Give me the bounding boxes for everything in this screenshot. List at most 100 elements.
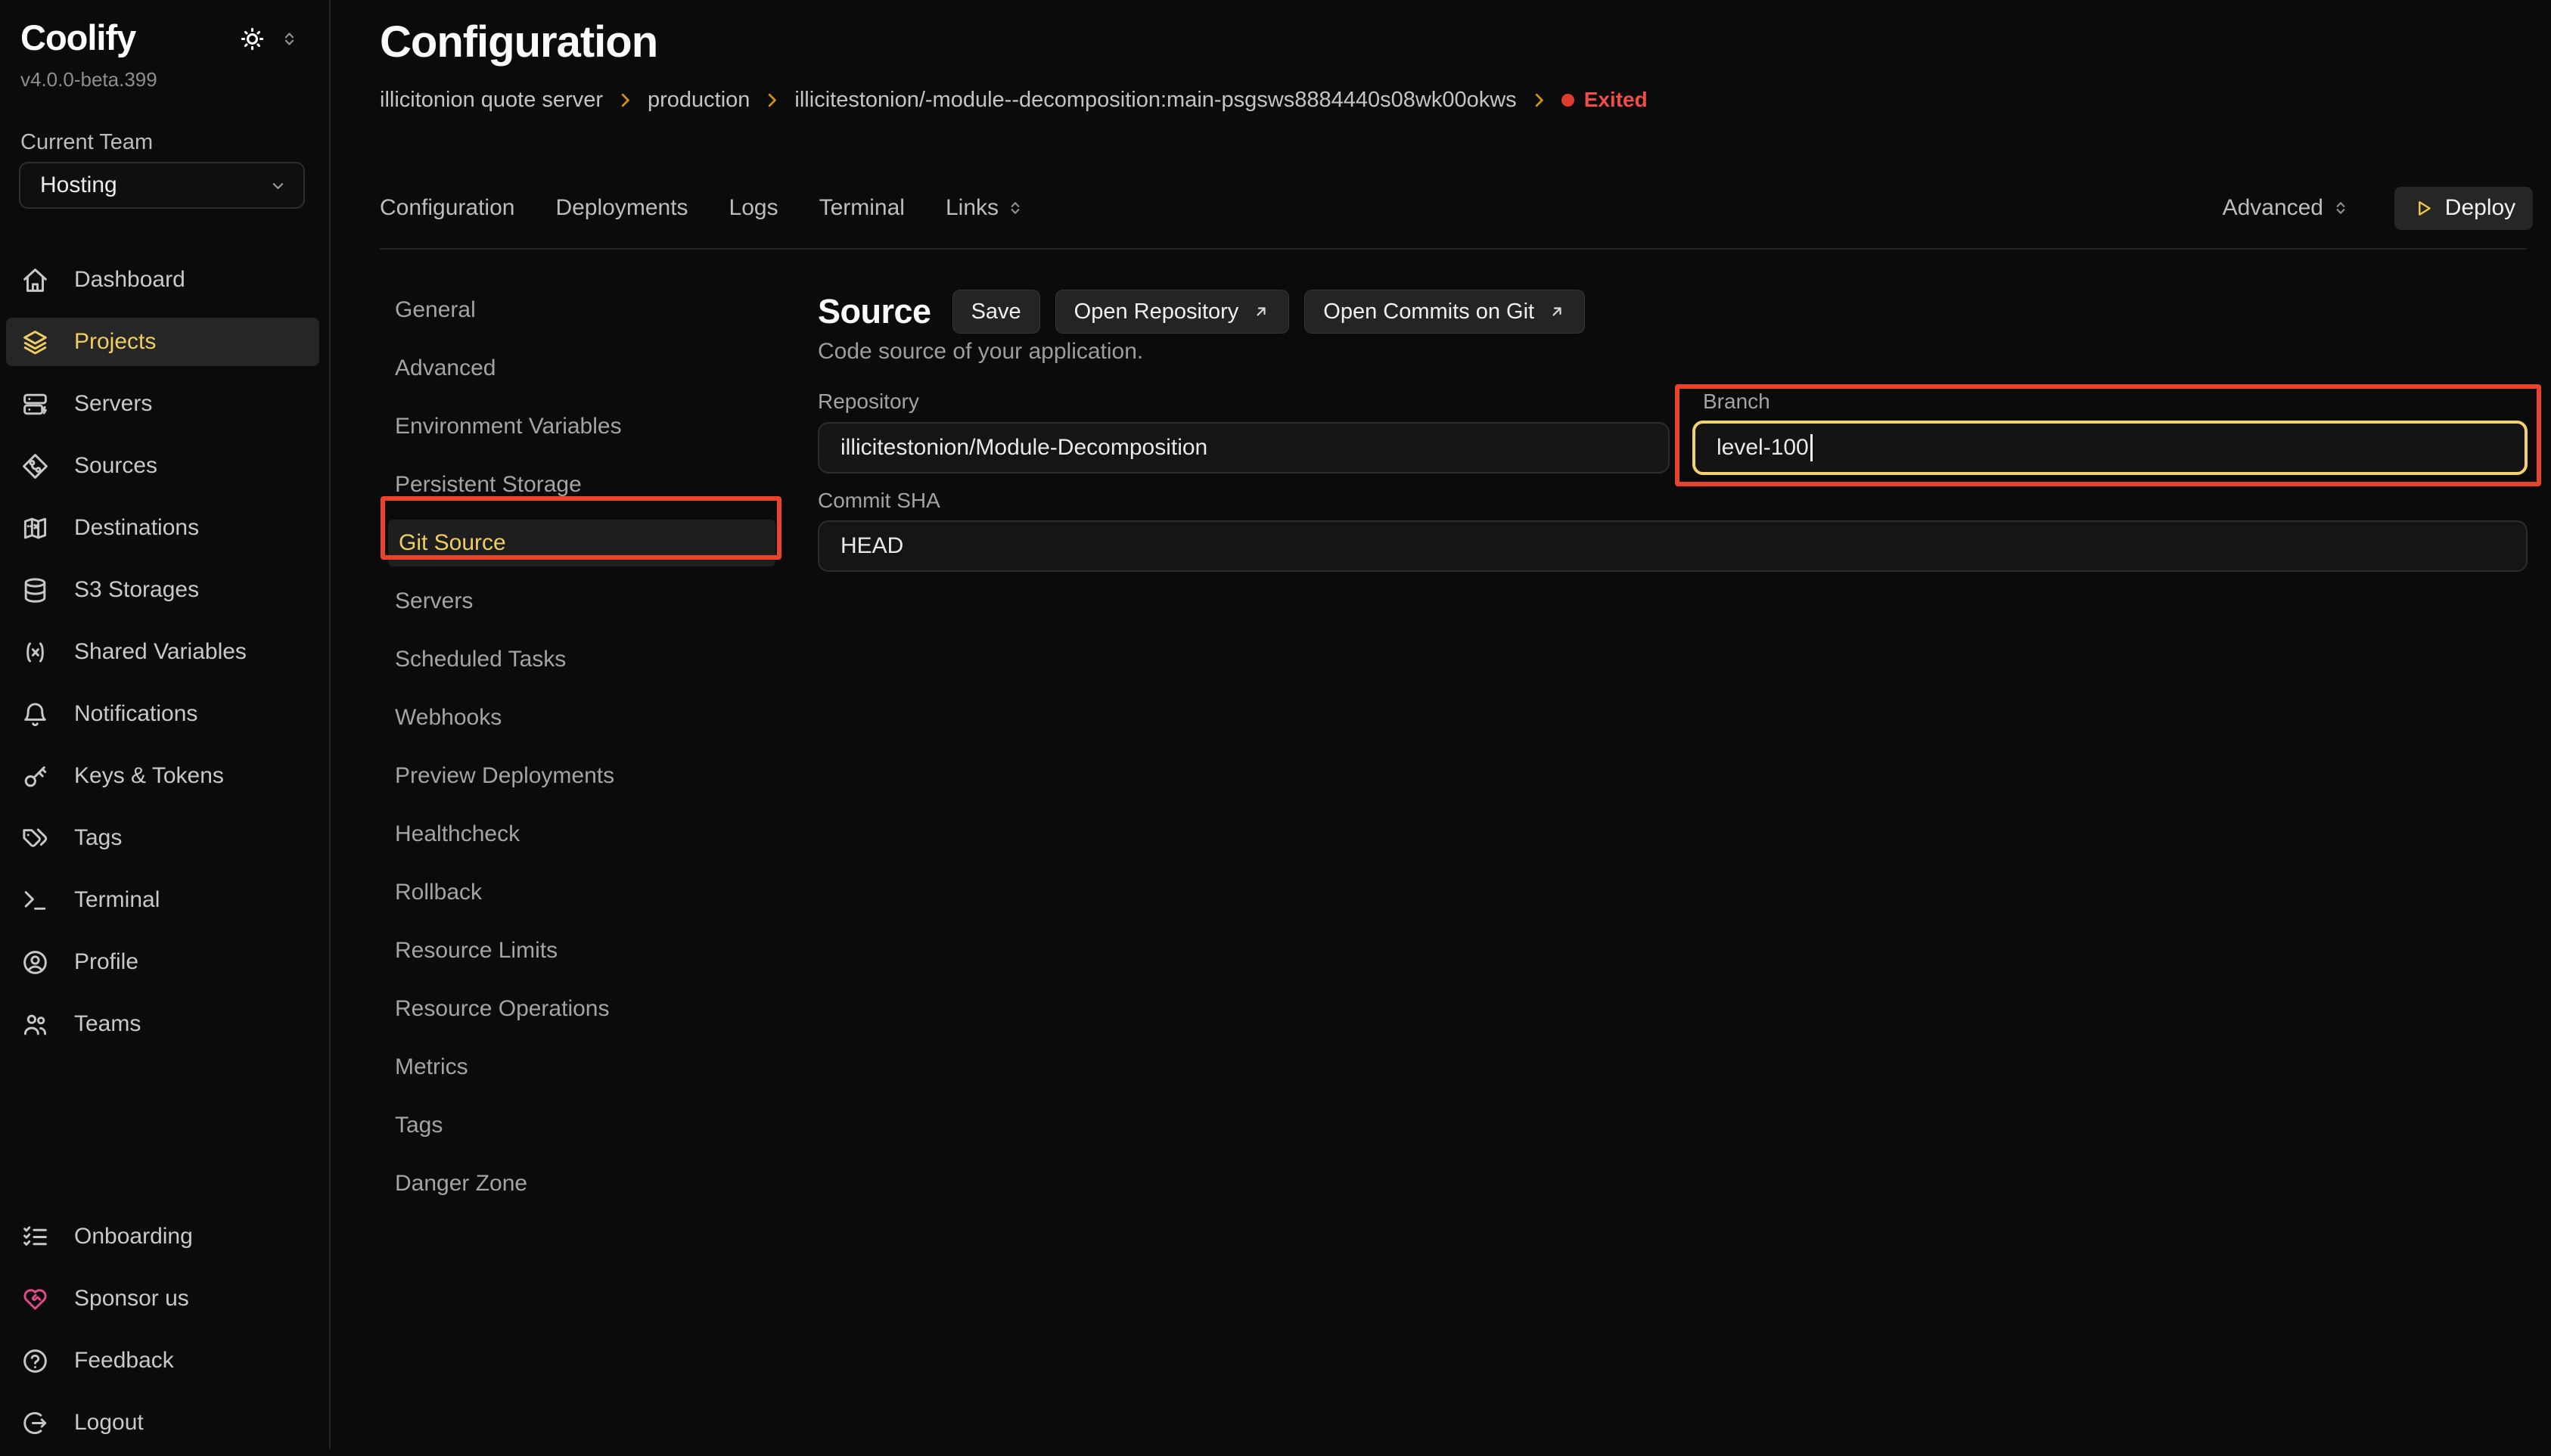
sidebar-item-sponsor-us[interactable]: Sponsor us xyxy=(0,1274,331,1332)
sidebar-item-dashboard[interactable]: Dashboard xyxy=(0,256,331,313)
git-fork-icon xyxy=(21,452,49,480)
sidebar-item-feedback[interactable]: Feedback xyxy=(0,1336,331,1394)
tab-label: Terminal xyxy=(819,195,905,221)
app-version: v4.0.0-beta.399 xyxy=(20,68,157,92)
config-nav-advanced[interactable]: Advanced xyxy=(388,345,775,399)
sidebar-item-label: Profile xyxy=(74,949,138,975)
config-nav-label: General xyxy=(388,287,775,334)
config-nav-danger-zone[interactable]: Danger Zone xyxy=(388,1160,775,1215)
config-nav-git-source[interactable]: Git Source xyxy=(388,520,775,574)
save-button[interactable]: Save xyxy=(952,290,1040,334)
config-nav-resource-operations[interactable]: Resource Operations xyxy=(388,986,775,1040)
theme-sun-icon[interactable] xyxy=(239,26,266,52)
main-content: Configuration illicitonion quote server p… xyxy=(332,0,2551,1449)
theme-controls xyxy=(239,26,300,52)
advanced-dropdown[interactable]: Advanced xyxy=(2223,195,2351,221)
deploy-button[interactable]: Deploy xyxy=(2394,187,2533,230)
config-nav-label: Persistent Storage xyxy=(388,461,775,508)
breadcrumb-item-2[interactable]: production xyxy=(648,88,750,113)
config-nav-preview-deployments[interactable]: Preview Deployments xyxy=(388,753,775,807)
chevron-right-icon xyxy=(762,90,782,110)
sidebar-item-onboarding[interactable]: Onboarding xyxy=(0,1212,331,1270)
theme-selector-chevrons-icon[interactable] xyxy=(279,29,300,49)
config-nav-label: Metrics xyxy=(388,1044,775,1091)
page-title: Configuration xyxy=(380,17,657,67)
list-checks-icon xyxy=(21,1223,49,1251)
config-nav-webhooks[interactable]: Webhooks xyxy=(388,694,775,749)
save-label: Save xyxy=(971,300,1021,324)
tab-logs[interactable]: Logs xyxy=(729,195,778,221)
sidebar-item-label: Teams xyxy=(74,1011,141,1037)
config-nav-label: Healthcheck xyxy=(388,811,775,858)
app-logo[interactable]: Coolify xyxy=(20,17,135,58)
sidebar-item-notifications[interactable]: Notifications xyxy=(0,690,331,747)
status-badge: Exited xyxy=(1561,88,1648,112)
sidebar-item-shared-variables[interactable]: Shared Variables xyxy=(0,628,331,685)
source-description: Code source of your application. xyxy=(818,339,1143,365)
sidebar-item-logout[interactable]: Logout xyxy=(0,1399,331,1456)
branch-label: Branch xyxy=(1703,390,1770,414)
tab-terminal[interactable]: Terminal xyxy=(819,195,905,221)
breadcrumb-item-1[interactable]: illicitonion quote server xyxy=(380,88,603,113)
current-team-label: Current Team xyxy=(20,130,153,155)
config-nav-label: Advanced xyxy=(388,345,775,392)
sidebar-item-label: Notifications xyxy=(74,701,197,727)
layers-icon xyxy=(21,328,49,356)
config-nav-healthcheck[interactable]: Healthcheck xyxy=(388,811,775,865)
config-nav-resource-limits[interactable]: Resource Limits xyxy=(388,927,775,982)
config-nav-environment-variables[interactable]: Environment Variables xyxy=(388,403,775,458)
team-select[interactable]: Hosting xyxy=(19,162,305,209)
sidebar-item-tags[interactable]: Tags xyxy=(0,814,331,871)
home-icon xyxy=(21,266,49,294)
config-nav-label: Servers xyxy=(388,578,775,625)
config-nav-scheduled-tasks[interactable]: Scheduled Tasks xyxy=(388,636,775,691)
status-text: Exited xyxy=(1584,88,1648,112)
sidebar-item-profile[interactable]: Profile xyxy=(0,938,331,995)
sidebar-item-teams[interactable]: Teams xyxy=(0,1000,331,1057)
bell-icon xyxy=(21,700,49,728)
breadcrumb: illicitonion quote server production illic… xyxy=(380,83,1648,116)
commit-sha-value: HEAD xyxy=(840,533,903,559)
tab-links[interactable]: Links xyxy=(946,195,1025,221)
sidebar-item-label: Sponsor us xyxy=(74,1286,189,1312)
sidebar-item-servers[interactable]: Servers xyxy=(0,380,331,437)
sidebar-item-label: Dashboard xyxy=(74,267,185,293)
config-nav-label: Resource Limits xyxy=(388,927,775,974)
team-select-value: Hosting xyxy=(40,172,117,198)
sidebar-item-label: Keys & Tokens xyxy=(74,763,224,789)
list-checks-icon xyxy=(21,1223,49,1251)
help-circle-icon xyxy=(21,1347,49,1375)
config-nav-rollback[interactable]: Rollback xyxy=(388,869,775,924)
config-nav-tags[interactable]: Tags xyxy=(388,1102,775,1156)
key-icon xyxy=(21,762,49,790)
sidebar-item-projects[interactable]: Projects xyxy=(0,318,331,375)
header-divider xyxy=(380,248,2527,250)
commit-sha-input[interactable]: HEAD xyxy=(818,520,2528,572)
tab-deployments[interactable]: Deployments xyxy=(555,195,688,221)
sidebar-item-label: Servers xyxy=(74,391,152,417)
config-nav-persistent-storage[interactable]: Persistent Storage xyxy=(388,461,775,516)
config-nav-general[interactable]: General xyxy=(388,287,775,341)
log-out-icon xyxy=(21,1409,49,1437)
sidebar-item-keys-tokens[interactable]: Keys & Tokens xyxy=(0,752,331,809)
open-commits-label: Open Commits on Git xyxy=(1323,300,1534,324)
config-nav-label: Environment Variables xyxy=(388,403,775,450)
sidebar-item-destinations[interactable]: Destinations xyxy=(0,504,331,561)
sidebar-item-sources[interactable]: Sources xyxy=(0,442,331,499)
key-icon xyxy=(21,762,49,790)
config-nav-servers[interactable]: Servers xyxy=(388,578,775,632)
status-dot xyxy=(1561,94,1574,107)
database-icon xyxy=(21,576,49,604)
commit-sha-label: Commit SHA xyxy=(818,489,940,513)
tab-configuration[interactable]: Configuration xyxy=(380,195,514,221)
heart-hands-icon xyxy=(21,1285,49,1313)
branch-input[interactable]: level-100 xyxy=(1692,421,2528,475)
sidebar-item-terminal[interactable]: Terminal xyxy=(0,876,331,933)
sidebar-item-s3-storages[interactable]: S3 Storages xyxy=(0,566,331,623)
open-repository-button[interactable]: Open Repository xyxy=(1055,290,1290,334)
config-nav-metrics[interactable]: Metrics xyxy=(388,1044,775,1098)
open-commits-button[interactable]: Open Commits on Git xyxy=(1304,290,1585,334)
repository-input[interactable]: illicitestonion/Module-Decomposition xyxy=(818,422,1670,473)
open-repository-label: Open Repository xyxy=(1074,300,1239,324)
breadcrumb-item-3[interactable]: illicitestonion/-module--decomposition:m… xyxy=(794,88,1516,113)
